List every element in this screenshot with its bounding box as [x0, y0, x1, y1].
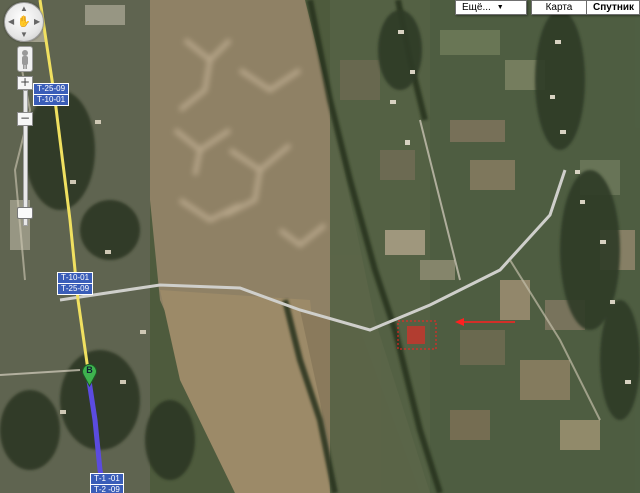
- map-type-map-button[interactable]: Карта: [531, 0, 587, 15]
- road-label-t2509-middle: Т-25-09: [57, 283, 94, 295]
- road-label-t1001-top: Т-10-01: [33, 94, 70, 106]
- satellite-map[interactable]: Т-25-09 Т-10-01 Т-10-01 Т-25-09 Т-1 -01 …: [0, 0, 640, 493]
- pan-control[interactable]: ▲ ▼ ◀ ▶ ✋: [4, 2, 44, 42]
- pan-up-icon[interactable]: ▲: [20, 5, 28, 13]
- map-type-bar: Ещё... ▼ Карта Спутник: [451, 0, 640, 15]
- more-label: Ещё...: [462, 2, 491, 13]
- pan-right-icon[interactable]: ▶: [34, 18, 40, 26]
- zoom-slider-handle[interactable]: [17, 207, 33, 220]
- street-view-pegman-icon[interactable]: [17, 46, 33, 72]
- pan-left-icon[interactable]: ◀: [8, 18, 14, 26]
- map-type-satellite-button[interactable]: Спутник: [587, 0, 640, 15]
- hand-icon: ✋: [17, 16, 31, 28]
- marker-label: B: [86, 365, 93, 375]
- chevron-down-icon: ▼: [496, 4, 504, 11]
- road-label-t2-bottom: Т-2 -09: [90, 484, 124, 493]
- satellite-imagery: [0, 0, 640, 493]
- pan-down-icon[interactable]: ▼: [20, 31, 28, 39]
- more-layers-button[interactable]: Ещё... ▼: [455, 0, 527, 15]
- zoom-out-button[interactable]: −: [17, 112, 33, 126]
- zoom-in-button[interactable]: +: [17, 76, 33, 90]
- route-marker-b[interactable]: B: [81, 363, 98, 388]
